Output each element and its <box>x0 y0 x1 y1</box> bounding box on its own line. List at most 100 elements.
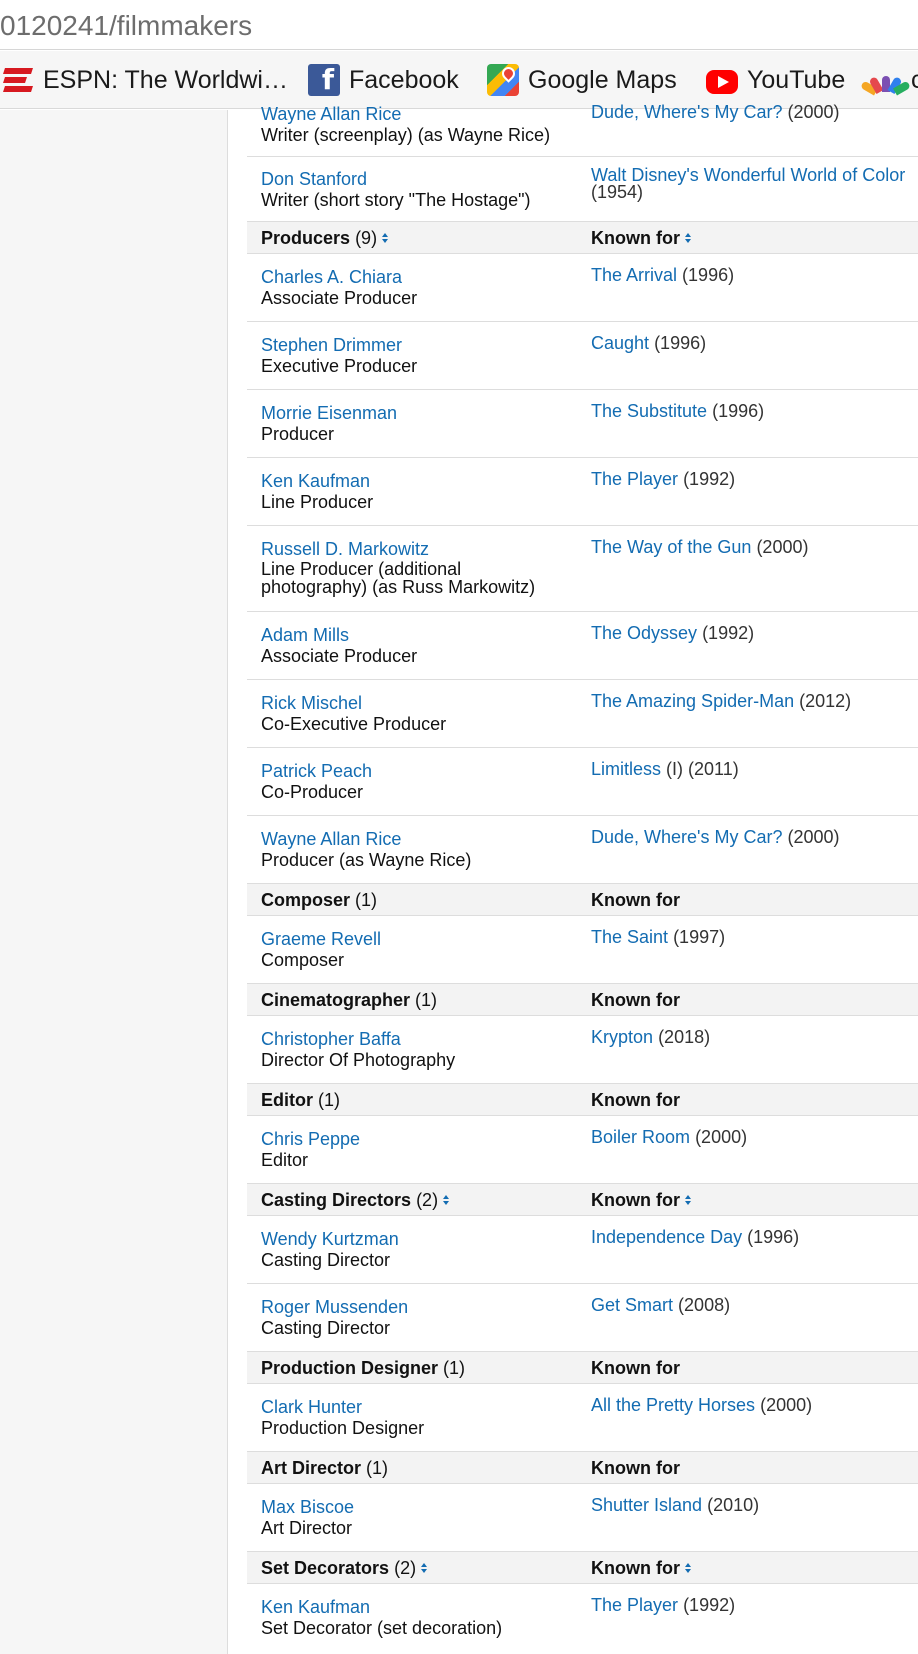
youtube-icon <box>706 70 738 94</box>
known-for-header: Known for <box>591 1190 680 1210</box>
known-for-year: (2018) <box>658 1027 711 1047</box>
known-for-link[interactable]: Dude, Where's My Car? <box>591 827 783 847</box>
known-for-year: (1996) <box>747 1227 800 1247</box>
known-for-link[interactable]: The Player <box>591 469 678 489</box>
section-count: (1) <box>355 890 378 910</box>
person-role: Writer (short story "The Hostage") <box>261 190 531 210</box>
bookmark-espn[interactable]: ESPN: The Worldwi… <box>2 63 288 97</box>
address-bar[interactable]: 0120241/filmmakers <box>0 0 918 50</box>
known-for-year: (1992) <box>683 469 736 489</box>
bookmark-label: Google Maps <box>528 65 677 94</box>
known-for-year: (2008) <box>678 1295 731 1315</box>
table-row: Wendy Kurtzman Casting Director Independe… <box>247 1216 918 1284</box>
bookmark-facebook[interactable]: f Facebook <box>308 63 459 97</box>
known-for-header: Known for <box>591 890 680 910</box>
person-role: Writer (screenplay) (as Wayne Rice) <box>261 125 551 145</box>
sort-icon[interactable] <box>441 1193 451 1207</box>
person-role: Producer (as Wayne Rice) <box>261 850 472 870</box>
known-for-year: (I) (2011) <box>666 759 739 779</box>
person-role: Line Producer <box>261 492 374 512</box>
person-link[interactable]: Don Stanford <box>261 169 556 190</box>
sort-icon[interactable] <box>683 1193 693 1207</box>
person-link[interactable]: Clark Hunter <box>261 1397 556 1418</box>
person-link[interactable]: Ken Kaufman <box>261 1597 556 1618</box>
person-role: Art Director <box>261 1518 353 1538</box>
known-for-header: Known for <box>591 1458 680 1478</box>
known-for-link[interactable]: Krypton <box>591 1027 653 1047</box>
known-for-year: (1996) <box>682 265 735 285</box>
person-role: Co-Producer <box>261 782 364 802</box>
bookmark-nbc[interactable]: c <box>860 63 918 97</box>
known-for-link[interactable]: The Amazing Spider-Man <box>591 691 794 711</box>
person-link[interactable]: Max Biscoe <box>261 1497 556 1518</box>
person-link[interactable]: Wayne Allan Rice <box>261 104 556 125</box>
bookmarks-bar: ESPN: The Worldwi… f Facebook Google Map… <box>0 51 918 109</box>
table-row: Roger Mussenden Casting Director Get Smar… <box>247 1284 918 1352</box>
person-link[interactable]: Ken Kaufman <box>261 471 556 492</box>
person-link[interactable]: Chris Peppe <box>261 1129 556 1150</box>
known-for-link[interactable]: The Arrival <box>591 265 677 285</box>
known-for-link[interactable]: Dude, Where's My Car? <box>591 102 783 122</box>
table-row: Max Biscoe Art Director Shutter Island (2… <box>247 1484 918 1552</box>
section-title: Production Designer <box>261 1358 439 1378</box>
known-for-year: (1996) <box>654 333 707 353</box>
table-row: Chris Peppe Editor Boiler Room (2000) <box>247 1116 918 1184</box>
known-for-link[interactable]: All the Pretty Horses <box>591 1395 755 1415</box>
section-count: (2) <box>394 1558 417 1578</box>
person-role: Co-Executive Producer <box>261 714 447 734</box>
bookmark-label: ESPN: The Worldwi… <box>43 65 288 94</box>
person-link[interactable]: Wayne Allan Rice <box>261 829 556 850</box>
sort-icon[interactable] <box>683 231 693 245</box>
section-title: Editor <box>261 1090 313 1110</box>
known-for-year: (1992) <box>683 1595 736 1615</box>
person-link[interactable]: Christopher Baffa <box>261 1029 556 1050</box>
table-row: Russell D. Markowitz Line Producer (addit… <box>247 526 918 612</box>
bookmark-label: c <box>911 66 918 95</box>
sort-icon[interactable] <box>683 1561 693 1575</box>
known-for-link[interactable]: The Way of the Gun <box>591 537 751 557</box>
section-header-editor: Editor (1) Known for <box>247 1084 918 1116</box>
person-link[interactable]: Charles A. Chiara <box>261 267 556 288</box>
known-for-year: (1992) <box>702 623 755 643</box>
known-for-link[interactable]: Independence Day <box>591 1227 742 1247</box>
known-for-link[interactable]: The Odyssey <box>591 623 697 643</box>
section-header-composer: Composer (1) Known for <box>247 884 918 916</box>
person-link[interactable]: Morrie Eisenman <box>261 403 556 424</box>
known-for-link[interactable]: Limitless <box>591 759 661 779</box>
bookmark-google-maps[interactable]: Google Maps <box>487 63 677 97</box>
person-link[interactable]: Russell D. Markowitz <box>261 539 551 560</box>
known-for-link[interactable]: Get Smart <box>591 1295 673 1315</box>
known-for-link[interactable]: Shutter Island <box>591 1495 702 1515</box>
table-row: Stephen Drimmer Executive Producer Caught… <box>247 322 918 390</box>
known-for-year: (2000) <box>760 1395 813 1415</box>
person-link[interactable]: Roger Mussenden <box>261 1297 556 1318</box>
person-role: Line Producer (additional photography) (… <box>261 559 536 597</box>
filmmakers-table: Wayne Allan Rice Writer (screenplay) (as… <box>247 102 918 1644</box>
table-row: Charles A. Chiara Associate Producer The … <box>247 254 918 322</box>
known-for-header: Known for <box>591 1090 680 1110</box>
known-for-link[interactable]: The Substitute <box>591 401 707 421</box>
section-header-casting-directors: Casting Directors (2) Known for <box>247 1184 918 1216</box>
table-row: Wayne Allan Rice Writer (screenplay) (as… <box>247 102 918 157</box>
bookmark-youtube[interactable]: YouTube <box>706 63 845 97</box>
person-link[interactable]: Graeme Revell <box>261 929 556 950</box>
section-count: (1) <box>366 1458 389 1478</box>
known-for-link[interactable]: The Player <box>591 1595 678 1615</box>
person-link[interactable]: Stephen Drimmer <box>261 335 556 356</box>
person-link[interactable]: Patrick Peach <box>261 761 556 782</box>
sort-icon[interactable] <box>419 1561 429 1575</box>
person-link[interactable]: Wendy Kurtzman <box>261 1229 556 1250</box>
known-for-link[interactable]: Caught <box>591 333 649 353</box>
section-title: Cinematographer <box>261 990 411 1010</box>
person-link[interactable]: Rick Mischel <box>261 693 556 714</box>
table-row: Graeme Revell Composer The Saint (1997) <box>247 916 918 984</box>
known-for-link[interactable]: The Saint <box>591 927 668 947</box>
person-link[interactable]: Adam Mills <box>261 625 556 646</box>
url-text[interactable]: 0120241/filmmakers <box>0 10 252 42</box>
section-header-set-decorators: Set Decorators (2) Known for <box>247 1552 918 1584</box>
table-row: Don Stanford Writer (short story "The Ho… <box>247 157 918 222</box>
table-row: Clark Hunter Production Designer All the … <box>247 1384 918 1452</box>
sort-icon[interactable] <box>380 231 390 245</box>
known-for-link[interactable]: Boiler Room <box>591 1127 690 1147</box>
known-for-year: (2000) <box>756 537 809 557</box>
